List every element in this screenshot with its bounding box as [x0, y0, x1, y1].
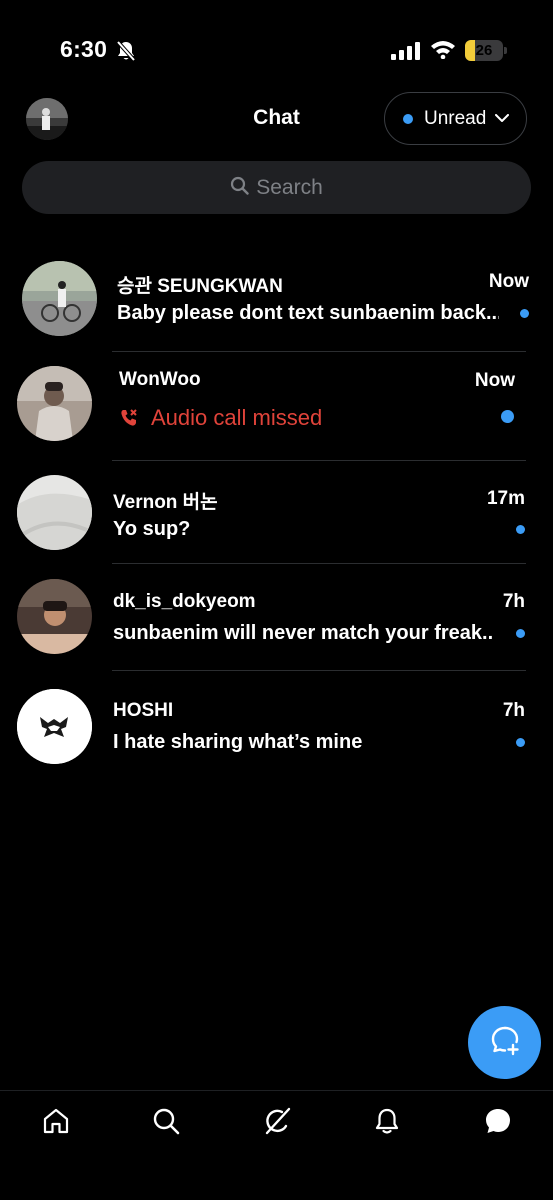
tab-notifications[interactable]	[371, 1106, 403, 1140]
battery-icon: 26	[465, 40, 507, 61]
search-input[interactable]: Search	[22, 161, 531, 214]
conversation-preview: Yo sup?	[113, 518, 191, 540]
search-placeholder: Search	[256, 175, 323, 199]
conversation-item[interactable]: HOSHI 7h I hate sharing what’s mine	[0, 671, 553, 771]
conversation-time: 17m	[486, 488, 525, 509]
home-icon	[41, 1106, 71, 1141]
grok-icon	[262, 1106, 292, 1141]
tab-home[interactable]	[40, 1106, 72, 1140]
search-icon	[230, 176, 256, 200]
conversation-name: Vernon 버논	[113, 492, 218, 513]
conversation-item[interactable]: 승관 SEUNGKWAN Now Baby please dont text s…	[0, 250, 553, 350]
avatar	[17, 579, 92, 654]
messages-icon	[483, 1106, 513, 1141]
unread-indicator	[516, 629, 525, 638]
filter-indicator-dot	[403, 113, 413, 124]
bell-off-icon	[116, 40, 136, 67]
missed-call-icon	[119, 408, 139, 433]
notifications-icon	[372, 1106, 402, 1141]
unread-indicator	[520, 309, 529, 318]
wifi-icon	[430, 39, 456, 64]
new-message-icon	[489, 1024, 521, 1061]
search-icon	[151, 1106, 181, 1141]
filter-label: Unread	[424, 107, 487, 129]
avatar	[22, 261, 97, 336]
conversation-item[interactable]: dk_is_dokyeom 7h sunbaenim will never ma…	[0, 564, 553, 670]
chevron-down-icon	[495, 110, 510, 128]
avatar	[17, 475, 92, 550]
unread-indicator	[516, 738, 525, 747]
conversation-name: HOSHI	[113, 700, 174, 721]
conversation-preview: Audio call missed	[151, 405, 323, 430]
avatar	[17, 366, 92, 441]
tab-messages[interactable]	[482, 1106, 514, 1140]
conversation-time: 7h	[502, 700, 525, 721]
conversation-item[interactable]: WonWoo Now Audio call missed	[0, 352, 553, 460]
tab-explore[interactable]	[150, 1106, 182, 1140]
conversation-time: Now	[474, 370, 515, 391]
battery-level: 26	[475, 42, 493, 59]
conversation-preview: Baby please dont text sunbaenim back...	[117, 302, 499, 324]
conversation-name: WonWoo	[119, 369, 201, 390]
status-time: 6:30	[60, 36, 108, 62]
avatar	[17, 689, 92, 764]
chat-screen: 6:30 26 Chat Unread Search 승관 SEUNGKWAN …	[0, 0, 553, 1200]
unread-indicator	[501, 410, 514, 423]
conversation-preview: sunbaenim will never match your freak...	[113, 622, 493, 644]
tab-grok[interactable]	[261, 1106, 293, 1140]
unread-indicator	[516, 525, 525, 534]
unread-filter-button[interactable]: Unread	[384, 92, 527, 145]
conversation-name: dk_is_dokyeom	[113, 591, 256, 612]
conversation-preview: I hate sharing what’s mine	[113, 731, 363, 753]
conversation-name: 승관 SEUNGKWAN	[117, 276, 283, 297]
conversation-time: Now	[488, 271, 529, 292]
new-message-button[interactable]	[468, 1006, 541, 1079]
conversation-item[interactable]: Vernon 버논 17m Yo sup?	[0, 461, 553, 563]
signal-icon	[391, 42, 421, 65]
conversation-time: 7h	[502, 591, 525, 612]
